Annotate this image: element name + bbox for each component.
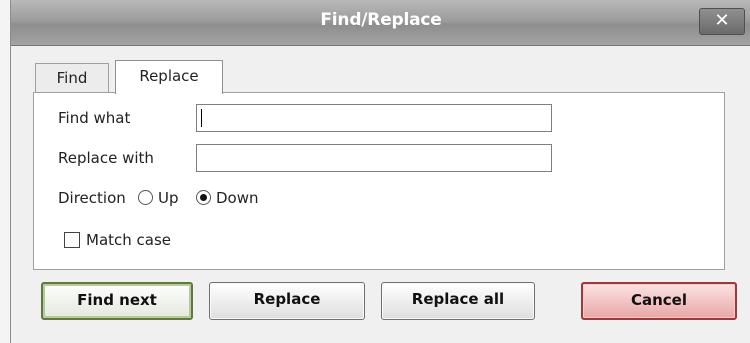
replace-with-input[interactable] <box>196 144 552 172</box>
direction-up-radio[interactable] <box>138 190 153 205</box>
close-button[interactable]: ✕ <box>699 8 745 35</box>
find-replace-dialog: Find/Replace ✕ Find Replace Find what Re… <box>10 0 750 343</box>
match-case-checkbox[interactable] <box>64 232 80 248</box>
direction-down-label[interactable]: Down <box>216 189 259 207</box>
tab-find-label: Find <box>56 69 88 87</box>
replace-panel: Find what Replace with Direction Up Down… <box>33 92 725 270</box>
find-what-label: Find what <box>58 109 131 127</box>
find-next-button[interactable]: Find next <box>41 282 193 320</box>
match-case-label[interactable]: Match case <box>86 231 171 249</box>
replace-button[interactable]: Replace <box>209 282 365 320</box>
direction-down-radio[interactable] <box>196 190 211 205</box>
dialog-title: Find/Replace <box>320 10 442 30</box>
cancel-button[interactable]: Cancel <box>581 282 737 320</box>
direction-label: Direction <box>58 189 126 207</box>
find-what-input[interactable] <box>196 104 552 132</box>
replace-all-button[interactable]: Replace all <box>381 282 535 320</box>
tab-replace-label: Replace <box>139 67 199 85</box>
text-caret <box>201 109 202 127</box>
title-bar[interactable]: Find/Replace ✕ <box>11 0 750 46</box>
radio-selected-dot <box>200 194 207 201</box>
tab-replace[interactable]: Replace <box>115 60 223 94</box>
direction-up-label[interactable]: Up <box>158 189 179 207</box>
close-icon: ✕ <box>714 10 730 31</box>
replace-with-label: Replace with <box>58 149 154 167</box>
tab-find[interactable]: Find <box>35 63 109 93</box>
dialog-body: Find Replace Find what Replace with Dire… <box>11 46 750 343</box>
